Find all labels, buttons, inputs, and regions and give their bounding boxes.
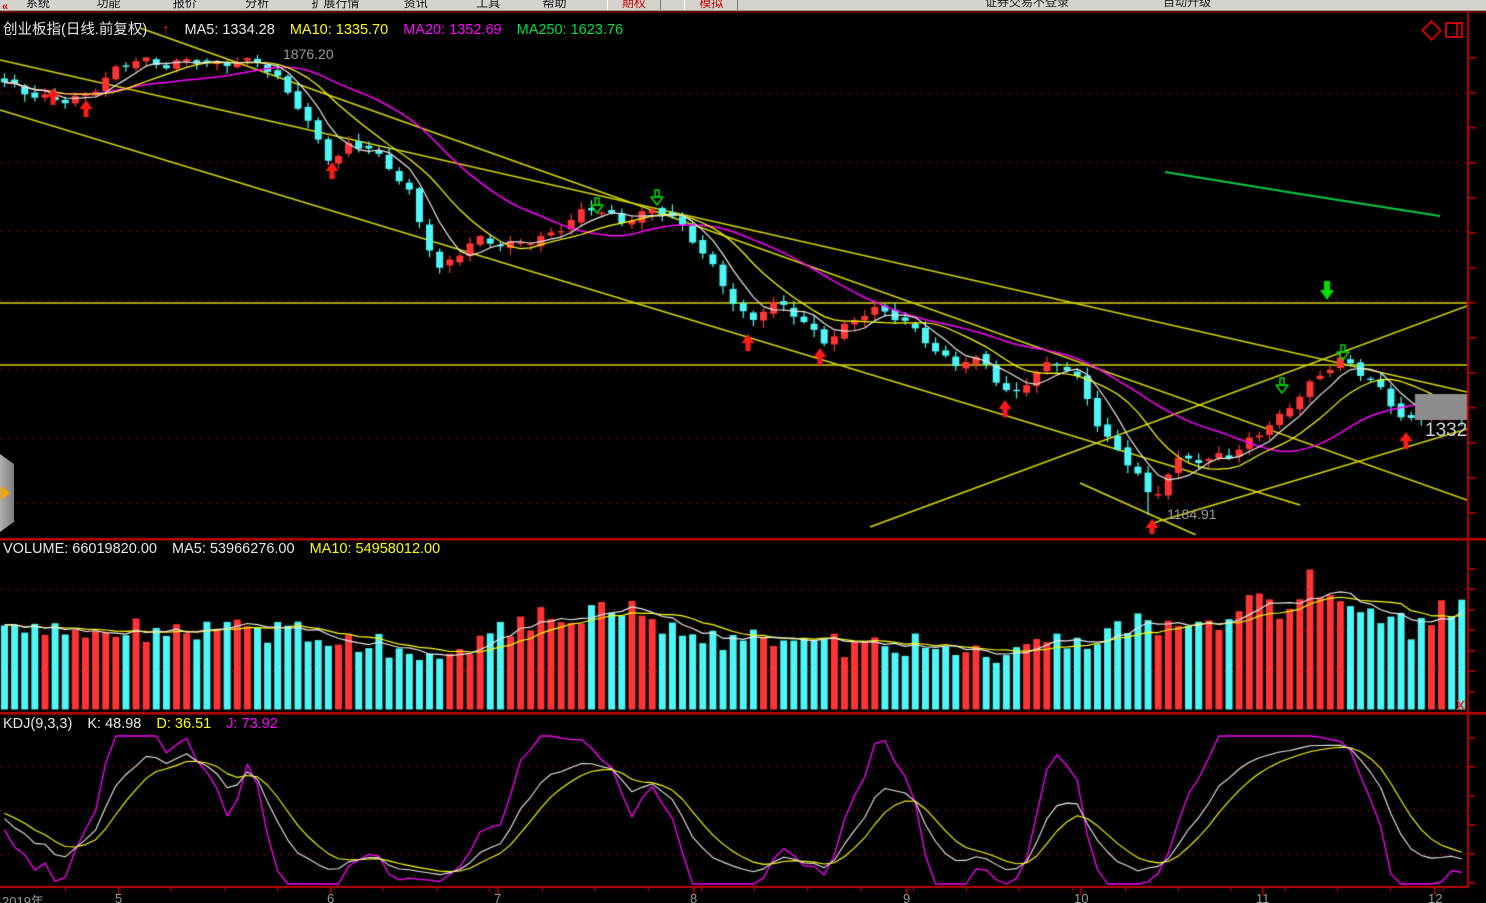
axis-month-label: 11: [1256, 891, 1270, 903]
kdj-d-value: D: 36.51: [156, 716, 212, 732]
ma5-value: MA5: 1334.28: [184, 22, 275, 38]
chart-title: 创业板指(日线.前复权): [3, 22, 148, 38]
axis-month-label: 12: [1428, 891, 1443, 903]
menu-item-help[interactable]: 帮助: [543, 0, 567, 10]
sidebar-collapse-handle[interactable]: [0, 454, 14, 532]
menu-bar: « 系统 功能 报价 分析 扩展行情 资讯 工具 帮助 期权 模拟 证券交易不登…: [0, 0, 1486, 11]
menu-item-quote[interactable]: 报价: [173, 0, 197, 10]
menu-item-extended[interactable]: 扩展行情: [311, 0, 359, 10]
volume-ma5-value: MA5: 53966276.00: [172, 541, 295, 557]
volume-ma10-value: MA10: 54958012.00: [309, 541, 441, 557]
axis-year-label: 2019年: [2, 894, 44, 903]
chart-canvas[interactable]: [0, 0, 1486, 903]
menu-status-text2: 自动升级: [1163, 0, 1212, 9]
kdj-title: KDJ(9,3,3): [3, 716, 73, 732]
menu-item-news[interactable]: 资讯: [404, 0, 428, 10]
main-chart-header: 创业板指(日线.前复权) ↑ MA5: 1334.28 MA10: 1335.7…: [3, 18, 634, 39]
panel-icons: [1420, 19, 1463, 41]
menu-button-simulation[interactable]: 模拟: [684, 0, 739, 10]
window-split-icon[interactable]: [1445, 22, 1463, 38]
trend-up-arrow-icon: ↑: [162, 22, 170, 38]
volume-header: VOLUME: 66019820.00 MA5: 53966276.00 MA1…: [3, 541, 451, 557]
volume-value: VOLUME: 66019820.00: [3, 541, 157, 557]
indicator-close-button[interactable]: X: [1456, 697, 1465, 713]
app-window: « 系统 功能 报价 分析 扩展行情 资讯 工具 帮助 期权 模拟 证券交易不登…: [0, 0, 1486, 903]
axis-month-label: 6: [327, 891, 335, 903]
peak-price-label: 1876.20: [283, 46, 334, 62]
axis-month-label: 7: [494, 891, 502, 903]
kdj-header: KDJ(9,3,3) K: 48.98 D: 36.51 J: 73.92: [3, 716, 289, 732]
menu-item-analysis[interactable]: 分析: [245, 0, 269, 10]
menu-item-tools[interactable]: 工具: [476, 0, 500, 10]
menu-button-options[interactable]: 期权: [606, 0, 661, 10]
diamond-icon[interactable]: [1420, 19, 1443, 41]
menu-item-function[interactable]: 功能: [96, 0, 120, 10]
kdj-j-value: J: 73.92: [226, 716, 278, 732]
menu-item-system[interactable]: 系统: [26, 0, 50, 10]
ma10-value: MA10: 1335.70: [289, 22, 389, 38]
last-price-label: 1332: [1425, 420, 1468, 441]
expand-arrow-icon: [1, 486, 10, 500]
ma250-value: MA250: 1623.76: [516, 22, 624, 38]
axis-month-label: 10: [1074, 891, 1089, 903]
axis-month-label: 5: [115, 891, 123, 903]
ma20-value: MA20: 1352.69: [403, 22, 502, 38]
axis-month-label: 9: [903, 891, 911, 903]
menu-status-text: 证券交易不登录: [985, 0, 1070, 9]
kdj-k-value: K: 48.98: [87, 716, 142, 732]
axis-month-label: 8: [690, 891, 698, 903]
trough-price-label: 1184.91: [1167, 506, 1217, 522]
app-icon[interactable]: «: [2, 1, 8, 10]
